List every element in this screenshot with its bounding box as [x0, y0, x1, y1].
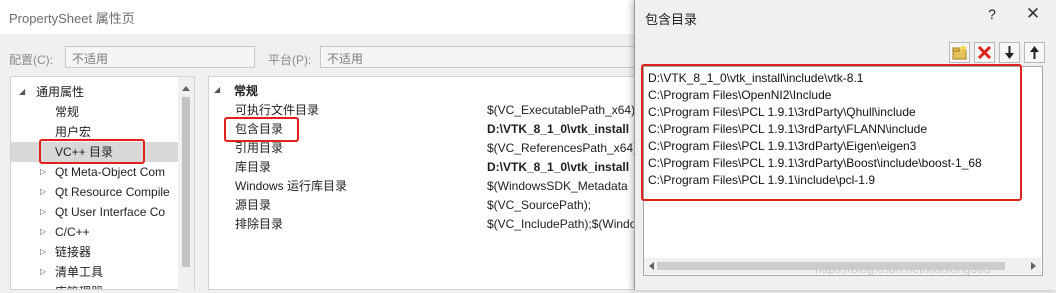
dialog-title: 包含目录 — [645, 12, 698, 27]
tree-item-common-properties[interactable]: ◢ 通用属性 — [11, 82, 179, 102]
category-tree[interactable]: ◢ 通用属性 常规 用户宏 VC++ 目录 ▷ Qt Meta-Object C… — [10, 76, 195, 290]
new-folder-icon — [952, 44, 967, 60]
grid-row-winrt-dirs[interactable]: Windows 运行库目录 $(WindowsSDK_Metadata — [231, 177, 639, 196]
include-directories-dialog: 包含目录 ? ✕ D:\VTK_8_1_0\vtk_install\includ… — [634, 0, 1056, 290]
scrollbar-arrows — [182, 86, 190, 267]
new-line-button[interactable] — [949, 42, 970, 63]
collapsed-triangle-icon: ▷ — [40, 227, 47, 236]
section-header: 常规 — [234, 84, 259, 98]
highlight-box-include-dirs — [224, 117, 299, 142]
highlight-box-directory-list — [641, 64, 1022, 201]
delete-button[interactable] — [974, 42, 995, 63]
platform-select[interactable]: 不适用 — [320, 46, 640, 68]
collapsed-triangle-icon: ▷ — [40, 167, 47, 176]
arrow-down-icon — [1005, 46, 1014, 59]
grid-row-library-dirs[interactable]: 库目录 D:\VTK_8_1_0\vtk_install — [231, 158, 639, 177]
config-select[interactable]: 不适用 — [65, 46, 255, 68]
collapsed-triangle-icon: ▷ — [40, 187, 47, 196]
expanded-triangle-icon: ◢ — [19, 87, 26, 96]
window-title: PropertySheet 属性页 — [9, 11, 135, 26]
grid-row-source-dirs[interactable]: 源目录 $(VC_SourcePath); — [231, 196, 639, 215]
collapsed-triangle-icon: ▷ — [40, 267, 47, 276]
arrow-up-icon — [1030, 46, 1039, 59]
config-value: 不适用 — [72, 52, 109, 66]
help-button[interactable]: ? — [983, 6, 1001, 22]
grid-row-exclude-dirs[interactable]: 排除目录 $(VC_IncludePath);$(Windo — [231, 215, 639, 234]
title-bar: PropertySheet 属性页 — [0, 0, 640, 34]
delete-icon — [977, 45, 992, 60]
collapsed-triangle-icon: ▷ — [40, 282, 46, 289]
move-up-button[interactable] — [1024, 42, 1045, 63]
move-down-button[interactable] — [999, 42, 1020, 63]
collapsed-triangle-icon: ▷ — [40, 247, 47, 256]
highlight-box-vc-directories — [39, 139, 145, 164]
platform-label: 平台(P): — [268, 53, 312, 67]
close-button[interactable]: ✕ — [1023, 4, 1043, 24]
platform-value: 不适用 — [327, 52, 364, 66]
tree-item-general[interactable]: 常规 — [55, 102, 79, 122]
watermark: https://blog.csdn.net/xiaolong363 — [815, 262, 991, 276]
tree-scrollbar[interactable] — [178, 77, 194, 290]
collapsed-triangle-icon: ▷ — [40, 207, 47, 216]
property-grid[interactable]: ◢ 常规 可执行文件目录 $(VC_ExecutablePath_x64) 包含… — [208, 76, 640, 290]
config-label: 配置(C): — [9, 53, 53, 67]
